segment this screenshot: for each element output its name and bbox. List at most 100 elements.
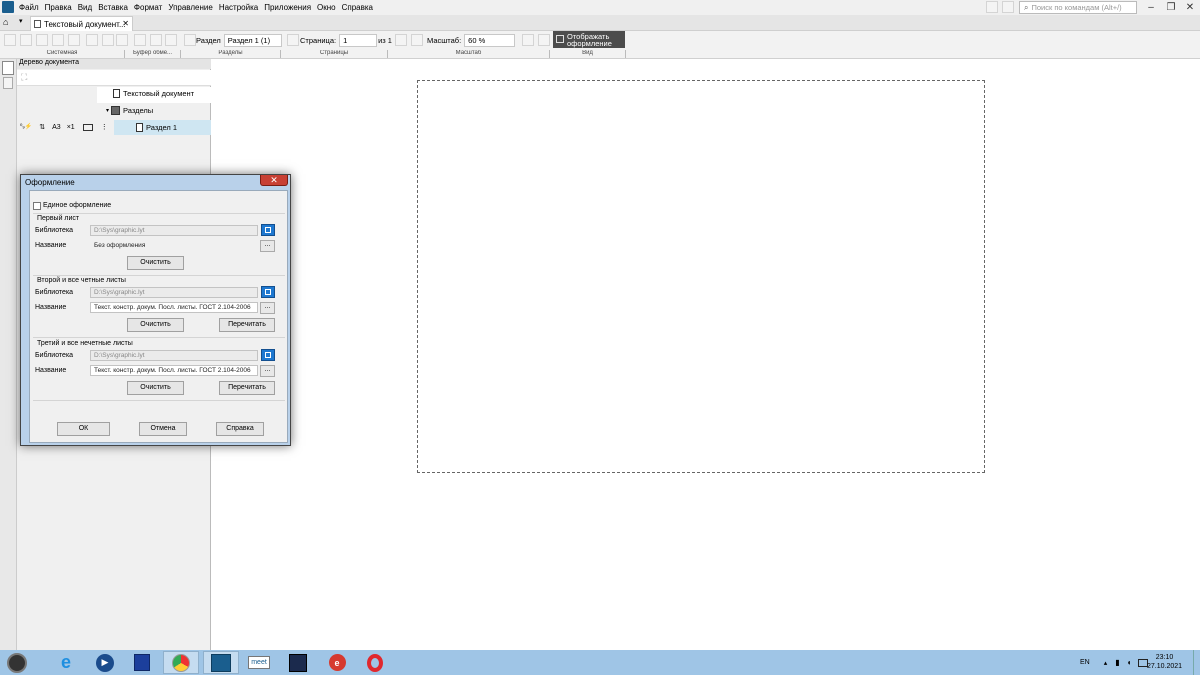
tree-title: Дерево документа [17,59,211,69]
third-clear-button[interactable]: Очистить [127,381,184,395]
page-icon[interactable] [287,34,299,46]
redo-icon[interactable] [116,34,128,46]
third-reread-button[interactable]: Перечитать [219,381,275,395]
section-icon[interactable] [184,34,196,46]
layers-icon[interactable] [3,77,13,89]
zoom-input[interactable]: 60 % [464,33,516,47]
menu-insert[interactable]: Вставка [98,3,128,12]
second-name-field[interactable]: Текст. констр. докум. Посл. листы. ГОСТ … [90,302,258,313]
display-icon[interactable] [1137,658,1148,667]
first-name-field[interactable]: Без оформления [90,240,258,251]
cut-icon[interactable] [150,34,162,46]
section-select[interactable]: Раздел 1 (1) [223,33,282,47]
new-icon[interactable] [4,34,16,46]
second-name-label: Название [35,304,67,311]
menu-settings[interactable]: Настройка [219,3,258,12]
sort-icon[interactable]: ⁰₉⚡ [20,124,32,130]
display-format-button[interactable]: Отображать оформление [553,31,625,48]
taskbar-ie[interactable]: e [48,651,84,674]
second-reread-button[interactable]: Перечитать [219,318,275,332]
tab-text-document[interactable]: Текстовый документ... ✕ [30,16,133,31]
tree-panel-icon[interactable] [2,61,14,75]
taskbar-save[interactable] [124,651,160,674]
menu-window[interactable]: Окно [317,3,336,12]
minimize-button[interactable]: – [1142,0,1160,15]
start-button[interactable] [2,651,32,674]
paste-special-icon[interactable] [86,34,98,46]
panel2-icon[interactable] [1002,1,1014,13]
paste-icon[interactable] [165,34,177,46]
order-icon[interactable]: ⇅ [39,123,45,131]
third-name-field[interactable]: Текст. констр. докум. Посл. листы. ГОСТ … [90,365,258,376]
cancel-button[interactable]: Отмена [139,422,187,436]
second-library-browse-icon[interactable] [261,286,275,298]
clock[interactable]: 23:10 27.10.2021 [1147,653,1182,671]
command-search-input[interactable]: ⌕ Поиск по командам (Alt+/) [1019,1,1137,14]
group-label-view: Вид [550,50,626,58]
tree-node-section1[interactable]: Раздел 1 [136,123,177,132]
ok-button[interactable]: ОК [57,422,110,436]
home-icon[interactable]: ⌂ [3,17,8,27]
start-orb-icon [7,652,27,673]
print-icon[interactable] [68,34,80,46]
network-icon[interactable]: ▮ [1115,658,1119,667]
first-library-browse-icon[interactable] [261,224,275,236]
first-library-field[interactable]: D:\Sys\graphic.lyt [90,225,258,236]
document-page[interactable] [417,80,985,473]
show-desktop-button[interactable] [1193,650,1200,675]
taskbar-opera[interactable] [357,651,393,674]
help-button[interactable]: Справка [216,422,264,436]
taskbar-meet[interactable]: meet [241,651,277,674]
copy-icon[interactable] [134,34,146,46]
save-icon[interactable] [36,34,48,46]
first-name-browse-button[interactable]: ... [260,240,275,252]
page-of: из 1 [378,35,392,45]
close-tab-icon[interactable]: ✕ [122,19,129,28]
second-library-label: Библиотека [35,289,74,296]
taskbar-chrome[interactable] [163,651,199,674]
tree-filter-icon[interactable]: ⛶ [21,72,27,83]
dropdown-icon[interactable]: ▾ [19,17,23,25]
menu-view[interactable]: Вид [78,3,92,12]
close-window-button[interactable]: ✕ [1181,0,1199,15]
dialog-close-button[interactable]: ✕ [260,175,288,186]
undo-icon[interactable] [102,34,114,46]
language-indicator[interactable]: EN [1080,659,1090,666]
tray-expand-icon[interactable]: ▴ [1104,659,1108,667]
menu-edit[interactable]: Правка [45,3,72,12]
second-clear-button[interactable]: Очистить [127,318,184,332]
unified-checkbox[interactable] [33,202,41,210]
tree-node-sections[interactable]: ▾ Разделы [106,106,153,115]
zoom-in-icon[interactable] [395,34,407,46]
third-library-browse-icon[interactable] [261,349,275,361]
tree-node-document[interactable]: Текстовый документ [113,89,194,98]
menu-control[interactable]: Управление [168,3,212,12]
fit-width-icon[interactable] [538,34,550,46]
taskbar-library[interactable] [280,651,316,674]
menu-format[interactable]: Формат [134,3,162,12]
first-clear-button[interactable]: Очистить [127,256,184,270]
move-icon[interactable]: ⋮ [101,123,108,131]
taskbar-app-e[interactable]: e [319,651,355,674]
menu-file[interactable]: Файл [19,3,39,12]
second-library-field[interactable]: D:\Sys\graphic.lyt [90,287,258,298]
library-icon [289,653,307,672]
app-logo-icon[interactable] [2,1,14,13]
fit-icon[interactable] [522,34,534,46]
open-icon[interactable] [20,34,32,46]
panel-icon[interactable] [986,1,998,13]
second-name-browse-button[interactable]: ... [260,302,275,314]
zoom-out-icon[interactable] [411,34,423,46]
menu-apps[interactable]: Приложения [264,3,311,12]
expand-arrow-icon[interactable]: ▾ [106,107,109,114]
restore-button[interactable]: ❐ [1162,0,1180,15]
third-name-browse-button[interactable]: ... [260,365,275,377]
third-library-field[interactable]: D:\Sys\graphic.lyt [90,350,258,361]
save-all-icon[interactable] [52,34,64,46]
taskbar-kompas[interactable] [203,651,239,674]
menu-help[interactable]: Справка [342,3,373,12]
page-input[interactable]: 1 [339,33,378,47]
taskbar-media-player[interactable]: ▶ [87,651,123,674]
orientation-icon[interactable] [82,123,93,131]
volume-icon[interactable]: ◖ [1127,658,1132,667]
